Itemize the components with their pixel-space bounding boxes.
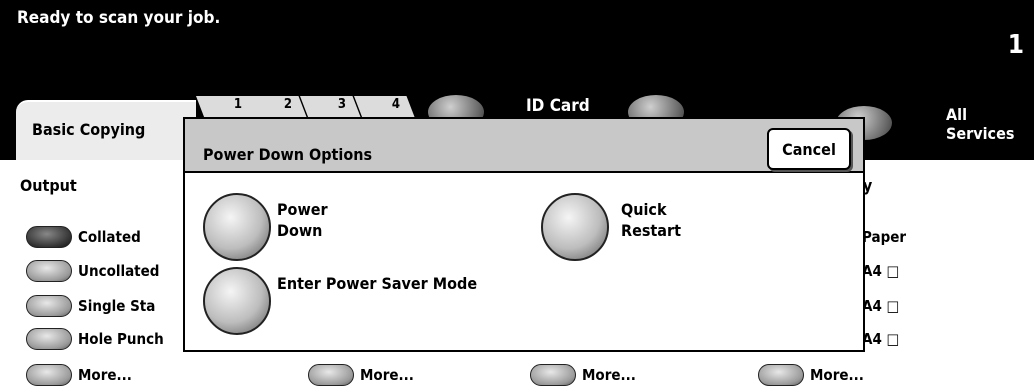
paper-size-label: A4 □ xyxy=(862,330,900,348)
paper-tray-3[interactable]: A4 □ xyxy=(862,327,899,351)
output-label: Output xyxy=(20,176,77,195)
dialog-header: Power Down Options Cancel xyxy=(185,119,863,173)
tab-2-label: 2 xyxy=(283,97,292,112)
output-more-button[interactable]: More... xyxy=(26,363,132,387)
cancel-button[interactable]: Cancel xyxy=(767,128,851,170)
power-saver-radio[interactable] xyxy=(203,267,271,335)
paper-size-label: A4 □ xyxy=(862,297,900,315)
uncollated-option[interactable]: Uncollated xyxy=(26,259,159,283)
more-button-3[interactable]: More... xyxy=(530,363,636,387)
more-label: More... xyxy=(78,366,132,384)
paper-label-text: Paper xyxy=(862,228,907,246)
all-services-button[interactable]: All Services xyxy=(946,105,1034,143)
single-staple-label: Single Sta xyxy=(78,297,156,315)
tab-basic-copying-label: Basic Copying xyxy=(32,120,146,139)
single-staple-option[interactable]: Single Sta xyxy=(26,294,155,318)
power-down-label: Power Down xyxy=(277,200,328,240)
hole-punch-label: Hole Punch xyxy=(78,330,164,348)
paper-tray-1[interactable]: A4 □ xyxy=(862,259,899,283)
more-button-2[interactable]: More... xyxy=(308,363,414,387)
uncollated-label: Uncollated xyxy=(78,262,160,280)
tab-4-label: 4 xyxy=(391,97,400,112)
tab-1-label: 1 xyxy=(233,97,242,112)
option-indicator xyxy=(26,328,72,350)
collated-option[interactable]: Collated xyxy=(26,225,141,249)
option-indicator xyxy=(26,295,72,317)
more-label: More... xyxy=(360,366,414,384)
power-down-dialog: Power Down Options Cancel Power Down Qui… xyxy=(183,117,865,352)
power-saver-label: Enter Power Saver Mode xyxy=(277,274,478,293)
selected-indicator xyxy=(26,226,72,248)
quick-restart-radio[interactable] xyxy=(541,193,609,261)
option-indicator xyxy=(26,260,72,282)
copy-count: 1 xyxy=(1007,30,1024,60)
power-down-radio[interactable] xyxy=(203,193,271,261)
option-indicator xyxy=(530,364,576,386)
quick-restart-label: Quick Restart xyxy=(621,200,681,240)
hole-punch-option[interactable]: Hole Punch xyxy=(26,327,164,351)
collated-label: Collated xyxy=(78,228,141,246)
dialog-title: Power Down Options xyxy=(203,145,373,164)
paper-label: Paper xyxy=(862,225,906,249)
more-label: More... xyxy=(810,366,864,384)
option-indicator xyxy=(758,364,804,386)
more-button-4[interactable]: More... xyxy=(758,363,864,387)
paper-tray-2[interactable]: A4 □ xyxy=(862,294,899,318)
more-label: More... xyxy=(582,366,636,384)
option-indicator xyxy=(26,364,72,386)
status-message: Ready to scan your job. xyxy=(17,8,221,28)
id-card-button[interactable]: ID Card xyxy=(526,96,590,116)
paper-size-label: A4 □ xyxy=(862,262,900,280)
option-indicator xyxy=(308,364,354,386)
tab-3-label: 3 xyxy=(337,97,346,112)
